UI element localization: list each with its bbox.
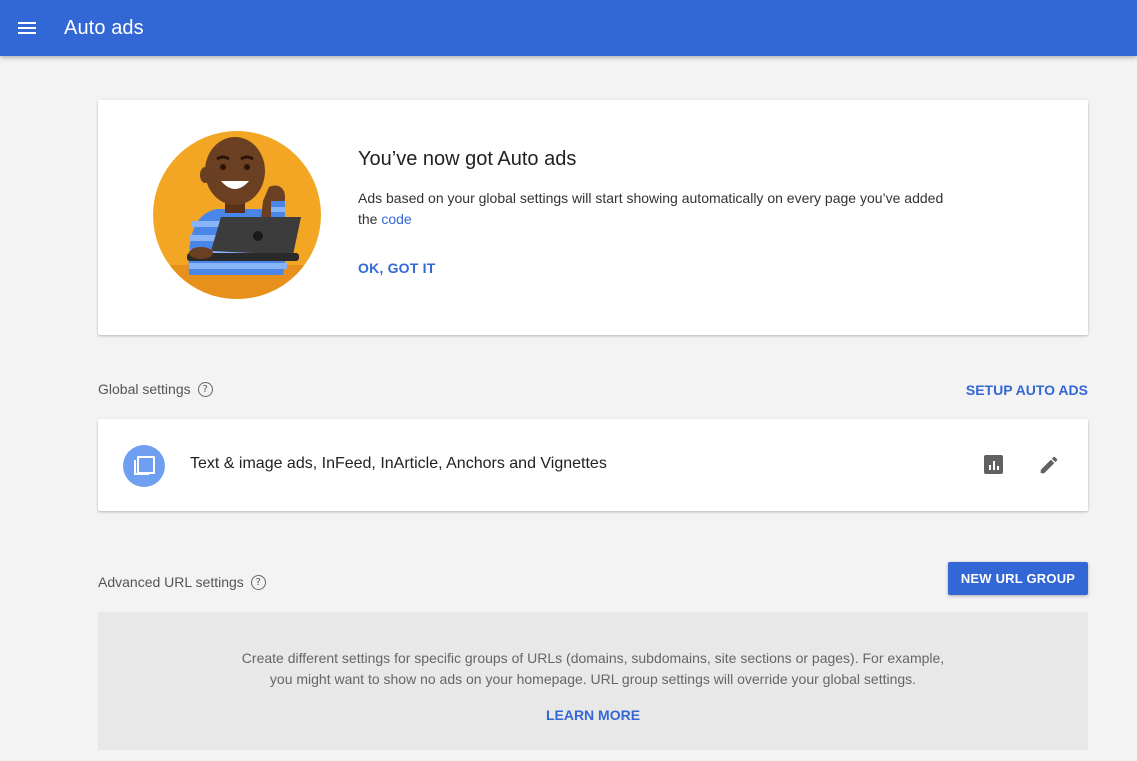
help-icon[interactable]: ? [250, 574, 266, 590]
url-groups-empty-state: Create different settings for specific g… [98, 612, 1088, 750]
person-with-laptop-illustration [153, 131, 321, 299]
global-settings-card: Text & image ads, InFeed, InArticle, Anc… [98, 419, 1088, 511]
promo-title: You’ve now got Auto ads [358, 148, 577, 170]
auto-ads-welcome-card: You’ve now got Auto ads Ads based on you… [98, 100, 1088, 335]
hamburger-menu-icon [18, 22, 36, 34]
help-icon[interactable]: ? [197, 381, 213, 397]
ad-formats-summary: Text & image ads, InFeed, InArticle, Anc… [190, 455, 607, 472]
code-link[interactable]: code [381, 211, 411, 227]
page-title: Auto ads [64, 16, 144, 39]
top-app-bar: Auto ads [0, 0, 1137, 56]
setup-auto-ads-button[interactable]: SETUP AUTO ADS [938, 382, 1088, 398]
edit-pencil-icon[interactable] [1038, 454, 1060, 476]
description-line-2: you might want to show no ads on your ho… [269, 671, 917, 687]
promo-description: Ads based on your global settings will s… [358, 188, 958, 230]
ok-got-it-button[interactable]: OK, GOT IT [358, 260, 435, 276]
menu-button[interactable] [0, 0, 55, 56]
ad-formats-icon [123, 445, 165, 487]
advanced-url-settings-header: Advanced URL settings ? [98, 574, 266, 590]
learn-more-link[interactable]: LEARN MORE [98, 707, 1088, 723]
global-settings-label: Global settings [98, 381, 191, 397]
promo-description-text: Ads based on your global settings will s… [358, 190, 944, 227]
new-url-group-button[interactable]: NEW URL GROUP [948, 562, 1088, 595]
description-line-1: Create different settings for specific g… [241, 650, 945, 666]
global-settings-header: Global settings ? [98, 381, 213, 397]
advanced-url-settings-label: Advanced URL settings [98, 574, 244, 590]
bar-chart-icon[interactable] [984, 455, 1003, 474]
url-groups-description: Create different settings for specific g… [198, 648, 988, 690]
